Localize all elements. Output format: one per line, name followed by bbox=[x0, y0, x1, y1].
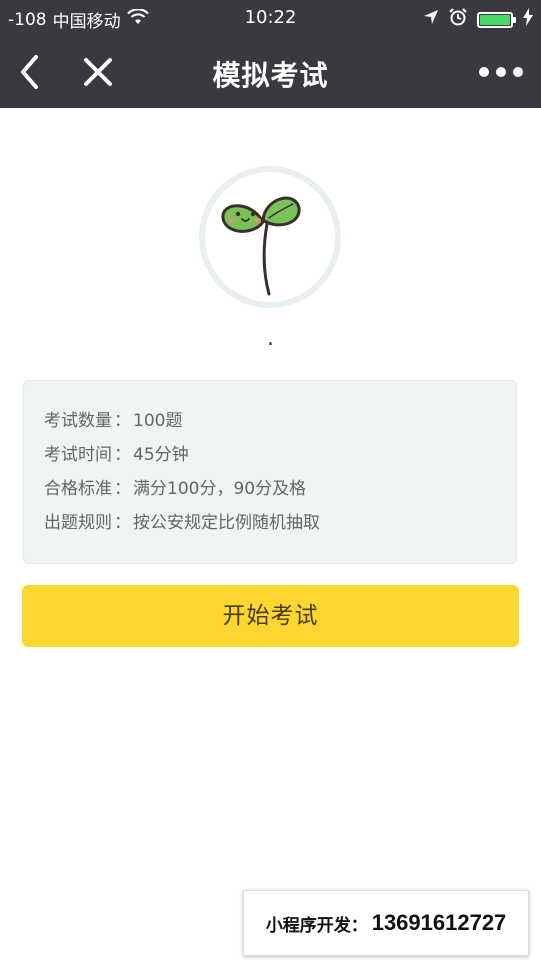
exam-count-value: 100题 bbox=[133, 411, 183, 431]
page-title: 模拟考试 bbox=[212, 59, 329, 92]
start-exam-button[interactable]: 开始考试 bbox=[22, 585, 519, 647]
label-separator: ： bbox=[114, 513, 131, 533]
exam-time-value: 45分钟 bbox=[133, 445, 189, 465]
battery-icon bbox=[477, 11, 516, 28]
label-separator: ： bbox=[114, 479, 131, 499]
nav-bar: 模拟考试 bbox=[0, 36, 541, 108]
more-icon[interactable] bbox=[475, 58, 527, 86]
question-rule-label: 出题规则 bbox=[44, 513, 112, 533]
alarm-icon bbox=[449, 8, 467, 31]
developer-phone: 13691612727 bbox=[371, 910, 507, 935]
question-rule-row: 出题规则：按公安规定比例随机抽取 bbox=[44, 511, 320, 535]
avatar bbox=[199, 166, 341, 308]
exam-time-label: 考试时间 bbox=[44, 445, 112, 465]
pass-standard-row: 合格标准：满分100分，90分及格 bbox=[44, 477, 306, 501]
charging-icon bbox=[523, 8, 533, 31]
status-right bbox=[423, 8, 533, 31]
exam-count-row: 考试数量： 100题 bbox=[44, 409, 182, 433]
battery-fill bbox=[480, 14, 510, 25]
label-separator: ： bbox=[114, 411, 131, 431]
location-arrow-icon bbox=[423, 9, 439, 30]
exam-info-card: 考试数量： 100题 考试时间： 45分钟 合格标准：满分100分，90分及格 出题… bbox=[23, 380, 517, 564]
pass-standard-label: 合格标准 bbox=[44, 479, 112, 499]
developer-label: 小程序开发： bbox=[265, 915, 368, 936]
status-bar: -108 中国移动 10:22 bbox=[0, 0, 541, 36]
exam-time-row: 考试时间： 45分钟 bbox=[44, 443, 189, 467]
label-separator: ： bbox=[114, 445, 131, 465]
sprout-icon bbox=[221, 196, 301, 296]
developer-contact-badge: 小程序开发： 13691612727 bbox=[243, 890, 529, 956]
pass-standard-value: 满分100分，90分及格 bbox=[133, 479, 307, 499]
exam-count-label: 考试数量 bbox=[44, 411, 112, 431]
question-rule-value: 按公安规定比例随机抽取 bbox=[133, 513, 320, 533]
profile-name: . bbox=[267, 326, 274, 351]
